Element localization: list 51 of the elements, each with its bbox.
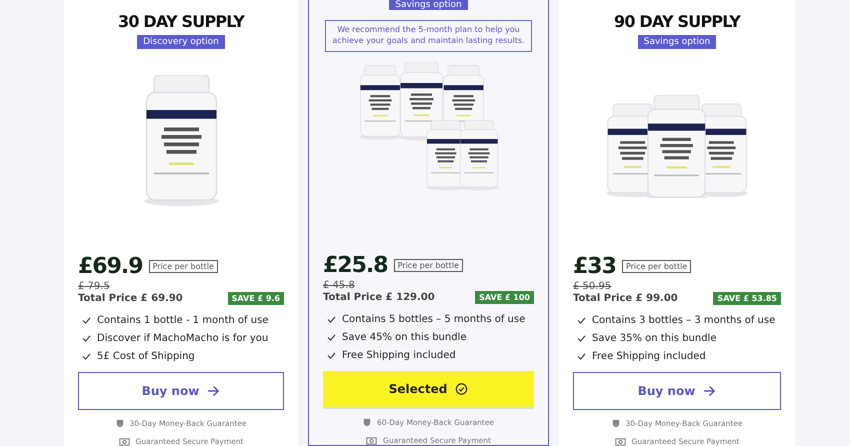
feature-text: Discover if MachoMacho is for you: [97, 333, 268, 344]
price-unit-label: Price per bottle: [622, 260, 692, 273]
total-price: Total Price £ 129.00: [323, 292, 435, 303]
old-price: £ 45.8: [323, 280, 355, 291]
cash-icon: [366, 436, 378, 444]
plan-badge: Savings option: [638, 35, 716, 49]
savings-badge: SAVE £ 9.6: [228, 292, 284, 305]
buy-button[interactable]: Buy now: [78, 372, 284, 410]
shield-icon: [363, 418, 371, 427]
shield-icon: [116, 419, 124, 428]
feature-text: Contains 3 bottles – 3 months of use: [592, 315, 776, 326]
check-icon: [577, 335, 586, 342]
bottle-price: £25.8: [323, 253, 388, 278]
check-icon: [327, 352, 336, 359]
buy-button[interactable]: Selected: [323, 371, 534, 409]
price-unit-label: Price per bottle: [148, 260, 218, 273]
recommendation-note: We recommend the 5-month plan to help you achieve your goals and maintain lasting results.: [325, 20, 532, 52]
shield-icon: [612, 419, 620, 428]
total-price: Total Price £ 99.00: [573, 293, 678, 304]
check-icon: [82, 317, 91, 324]
bottle-price: £33: [573, 254, 616, 279]
old-price: £ 79.5: [78, 281, 110, 292]
check-icon: [82, 335, 91, 342]
feature-text: Contains 1 bottle - 1 month of use: [97, 315, 268, 326]
feature-text: Contains 5 bottles – 5 months of use: [342, 314, 526, 325]
feature-text: 5£ Cost of Shipping: [97, 351, 195, 362]
plan-title: 90 DAY SUPPLY: [613, 12, 742, 31]
feature-text: Save 45% on this bundle: [342, 332, 466, 343]
check-circle-icon: [455, 383, 468, 395]
arrow-icon: [207, 385, 220, 397]
feature-text: Free Shipping included: [342, 350, 456, 361]
feature-text: Free Shipping included: [592, 351, 706, 362]
arrow-icon: [703, 385, 716, 397]
check-icon: [82, 353, 91, 360]
bottle-price: £69.9: [78, 254, 143, 279]
price-unit-label: Price per bottle: [394, 259, 463, 272]
plan-badge: Discovery option: [137, 35, 225, 49]
plan-badge: Savings option: [389, 0, 468, 10]
cash-icon: [614, 438, 626, 446]
check-icon: [327, 334, 336, 341]
cash-icon: [118, 438, 130, 446]
old-price: £ 50.95: [573, 281, 612, 292]
buy-button[interactable]: Buy now: [573, 372, 781, 410]
savings-badge: SAVE £ 100: [475, 291, 534, 304]
check-icon: [577, 317, 586, 324]
plan-title: 30 DAY SUPPLY: [117, 12, 246, 31]
feature-text: Save 35% on this bundle: [592, 333, 716, 344]
check-icon: [327, 316, 336, 323]
check-icon: [577, 353, 586, 360]
total-price: Total Price £ 69.90: [78, 293, 183, 304]
savings-badge: SAVE £ 53.85: [713, 292, 781, 305]
